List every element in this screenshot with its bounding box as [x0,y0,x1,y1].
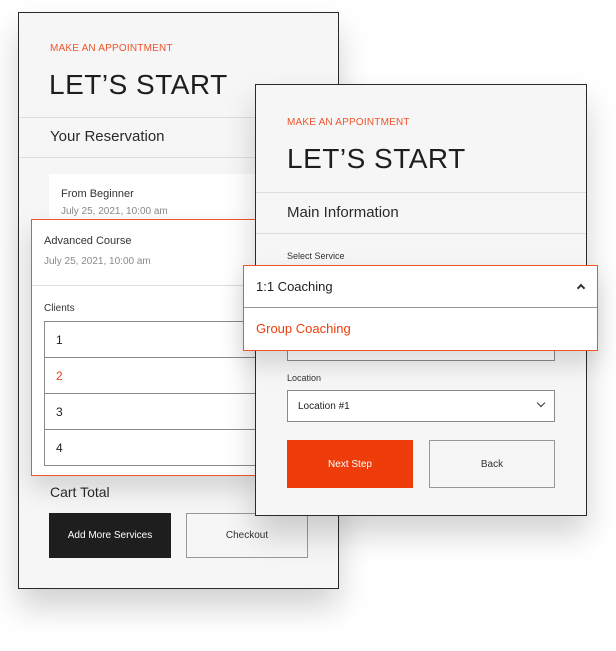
service-selected-option[interactable]: 1:1 Coaching [244,266,597,308]
client-option-1[interactable]: 1 [44,321,274,358]
section-title: Main Information [287,204,399,221]
service-selected-value: 1:1 Coaching [256,279,333,294]
divider [256,233,586,234]
item-name: Advanced Course [44,235,132,247]
checkout-button[interactable]: Checkout [186,513,308,558]
chevron-up-icon [576,283,586,293]
client-option-4[interactable]: 4 [44,429,274,466]
item-date: July 25, 2021, 10:00 am [44,256,151,267]
cart-total: Cart Total [50,484,110,500]
clients-popup: Advanced Course July 25, 2021, 10:00 am … [31,219,274,476]
chevron-down-icon [536,398,546,408]
location-value: Location #1 [298,400,350,412]
page-title: LET’S START [49,69,228,100]
eyebrow: MAKE AN APPOINTMENT [50,43,173,54]
service-option-group-coaching[interactable]: Group Coaching [256,321,351,336]
client-option-3[interactable]: 3 [44,393,274,430]
item-date: July 25, 2021, 10:00 am [61,206,168,217]
location-label: Location [287,373,322,383]
add-more-services-button[interactable]: Add More Services [49,513,171,558]
select-service-label: Select Service [287,251,345,261]
section-title: Your Reservation [50,128,165,145]
divider [32,285,260,286]
item-name: From Beginner [61,188,134,200]
next-step-button[interactable]: Next Step [287,440,413,488]
eyebrow: MAKE AN APPOINTMENT [287,117,410,128]
location-select[interactable]: Location #1 [287,390,555,422]
page-title: LET’S START [287,143,466,174]
divider [256,192,586,193]
clients-label: Clients [44,303,75,314]
client-option-2[interactable]: 2 [44,357,274,394]
back-button[interactable]: Back [429,440,555,488]
service-dropdown: 1:1 Coaching Group Coaching [243,265,598,351]
